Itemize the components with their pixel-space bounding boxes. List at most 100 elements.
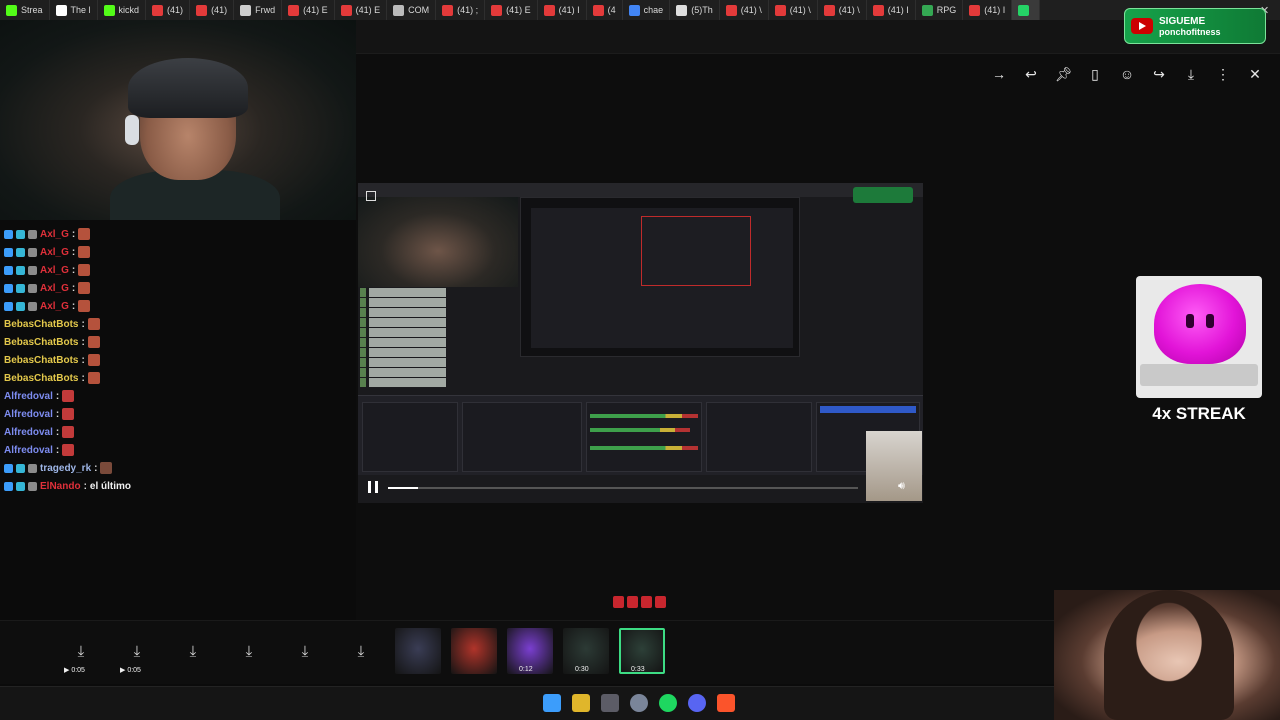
chat-username[interactable]: Alfredoval (4, 427, 53, 438)
emoji-icon[interactable]: ☺ (1119, 66, 1135, 82)
obs-icon[interactable] (601, 694, 619, 712)
tab-label: COM (408, 5, 430, 15)
browser-tab[interactable]: RPG (916, 0, 964, 20)
browser-tab[interactable]: (41) ; (436, 0, 486, 20)
close-icon[interactable]: ✕ (1247, 66, 1263, 82)
download-item-button[interactable]: ⤓ (168, 628, 218, 674)
browser-tab[interactable]: (41) (146, 0, 191, 20)
tab-favicon-icon (592, 4, 604, 16)
reply-icon[interactable]: ↩ (1023, 66, 1039, 82)
headset-icon (125, 115, 139, 145)
download-item-button[interactable]: ⤓ (280, 628, 330, 674)
tab-label: The l (70, 5, 91, 15)
chat-emote-icon (62, 390, 75, 402)
taskbar (0, 686, 1054, 720)
browser-tab[interactable]: (4 (587, 0, 623, 20)
tab-favicon-icon (152, 4, 164, 16)
download-item-button[interactable]: ⤓ (224, 628, 274, 674)
pin-icon[interactable]: 📌︎ (1055, 66, 1073, 82)
chrome-icon[interactable] (572, 694, 590, 712)
bookmark-icon[interactable]: ▯ (1087, 66, 1103, 82)
chat-badge-icon (16, 229, 25, 239)
youtube-icon (1131, 18, 1153, 34)
video-seek-bar[interactable] (388, 487, 858, 489)
video-webcam-frame (358, 197, 518, 287)
video-chat-list (358, 287, 518, 387)
chat-username[interactable]: Alfredoval (4, 445, 53, 456)
browser-tab[interactable]: (41) \ (720, 0, 769, 20)
browser-tab[interactable]: (41) E (485, 0, 538, 20)
browser-tab[interactable]: Strea (0, 0, 50, 20)
browser-tab[interactable]: (41) \ (818, 0, 867, 20)
download-icon: ⤓ (301, 642, 309, 660)
chat-username[interactable]: Axl_G (40, 247, 69, 258)
chat-username[interactable]: BebasChatBots (4, 355, 78, 366)
media-thumbnail[interactable] (451, 628, 497, 674)
browser-tab[interactable]: (41) \ (769, 0, 818, 20)
browser-tab[interactable]: chae (623, 0, 671, 20)
media-thumbnail[interactable] (395, 628, 441, 674)
browser-tab[interactable]: (41) E (282, 0, 335, 20)
chat-emote-icon (87, 318, 100, 330)
chat-username[interactable]: Axl_G (40, 265, 69, 276)
chat-separator: : (81, 318, 85, 330)
tab-favicon-icon (196, 4, 208, 16)
steam-icon[interactable] (630, 694, 648, 712)
brave-icon[interactable] (717, 694, 735, 712)
chat-message: Axl_G: (4, 298, 91, 314)
volume-icon[interactable]: 🔊︎ (898, 480, 905, 493)
browser-tab[interactable]: COM (387, 0, 437, 20)
chat-emote-icon (78, 264, 91, 276)
chat-badge-icon (4, 301, 13, 311)
browser-tab[interactable]: (41) I (867, 0, 916, 20)
browser-tab[interactable] (1012, 0, 1041, 20)
video-player[interactable]: 🔊︎ (358, 183, 923, 503)
browser-tab[interactable]: (41) (190, 0, 235, 20)
download-icon: ⤓ (357, 642, 365, 660)
browser-tab[interactable]: Frwd (234, 0, 283, 20)
chat-username[interactable]: ElNando (40, 481, 81, 492)
chat-username[interactable]: Alfredoval (4, 391, 53, 402)
tab-label: (41) \ (838, 5, 860, 15)
tab-favicon-icon (1018, 4, 1030, 16)
chat-username[interactable]: Axl_G (40, 301, 69, 312)
browser-tab[interactable]: (41) I (963, 0, 1013, 20)
more-icon[interactable]: ⋮ (1215, 66, 1231, 82)
tab-favicon-icon (921, 4, 933, 16)
browser-tab[interactable]: (5)Th (670, 0, 720, 20)
browser-tab[interactable]: (41) I (538, 0, 587, 20)
chat-username[interactable]: Axl_G (40, 229, 69, 240)
browser-tab[interactable]: (41) E (335, 0, 388, 20)
chat-badge-icon (28, 265, 37, 275)
windows-start-icon[interactable] (543, 694, 561, 712)
share-icon[interactable]: ↪ (1151, 66, 1167, 82)
spotify-icon[interactable] (659, 694, 677, 712)
fullscreen-icon[interactable] (366, 191, 376, 201)
chat-username[interactable]: Axl_G (40, 283, 69, 294)
discord-icon[interactable] (688, 694, 706, 712)
chat-badge-icon (28, 283, 37, 293)
chat-username[interactable]: BebasChatBots (4, 373, 78, 384)
chat-emote-icon (62, 408, 75, 420)
chat-username[interactable]: BebasChatBots (4, 337, 78, 348)
browser-tab[interactable]: The l (50, 0, 98, 20)
streamer-webcam (0, 20, 356, 220)
download-item-button[interactable]: ⤓ (336, 628, 386, 674)
pink-mascot-icon (1154, 284, 1246, 364)
arrow-right-icon[interactable]: → (991, 66, 1007, 82)
tab-label: (41) E (506, 5, 531, 15)
chat-badge-icon (28, 481, 37, 491)
stream-chat: Axl_G: Axl_G: Axl_G: Axl_G: Axl_G: BebasChatB… (0, 216, 356, 506)
tab-label: (4 (607, 5, 616, 15)
chat-username[interactable]: Alfredoval (4, 409, 53, 420)
streak-overlay (1136, 276, 1264, 400)
chat-emote-icon (87, 354, 100, 366)
download-icon[interactable]: ⤓ (1183, 66, 1199, 82)
chat-badge-icon (28, 301, 37, 311)
chat-username[interactable]: tragedy_rk (40, 463, 91, 474)
tab-favicon-icon (872, 4, 884, 16)
chat-username[interactable]: BebasChatBots (4, 319, 78, 330)
chat-badge-icon (4, 463, 13, 473)
browser-tab[interactable]: kickd (98, 0, 147, 20)
pause-icon[interactable] (368, 481, 378, 493)
